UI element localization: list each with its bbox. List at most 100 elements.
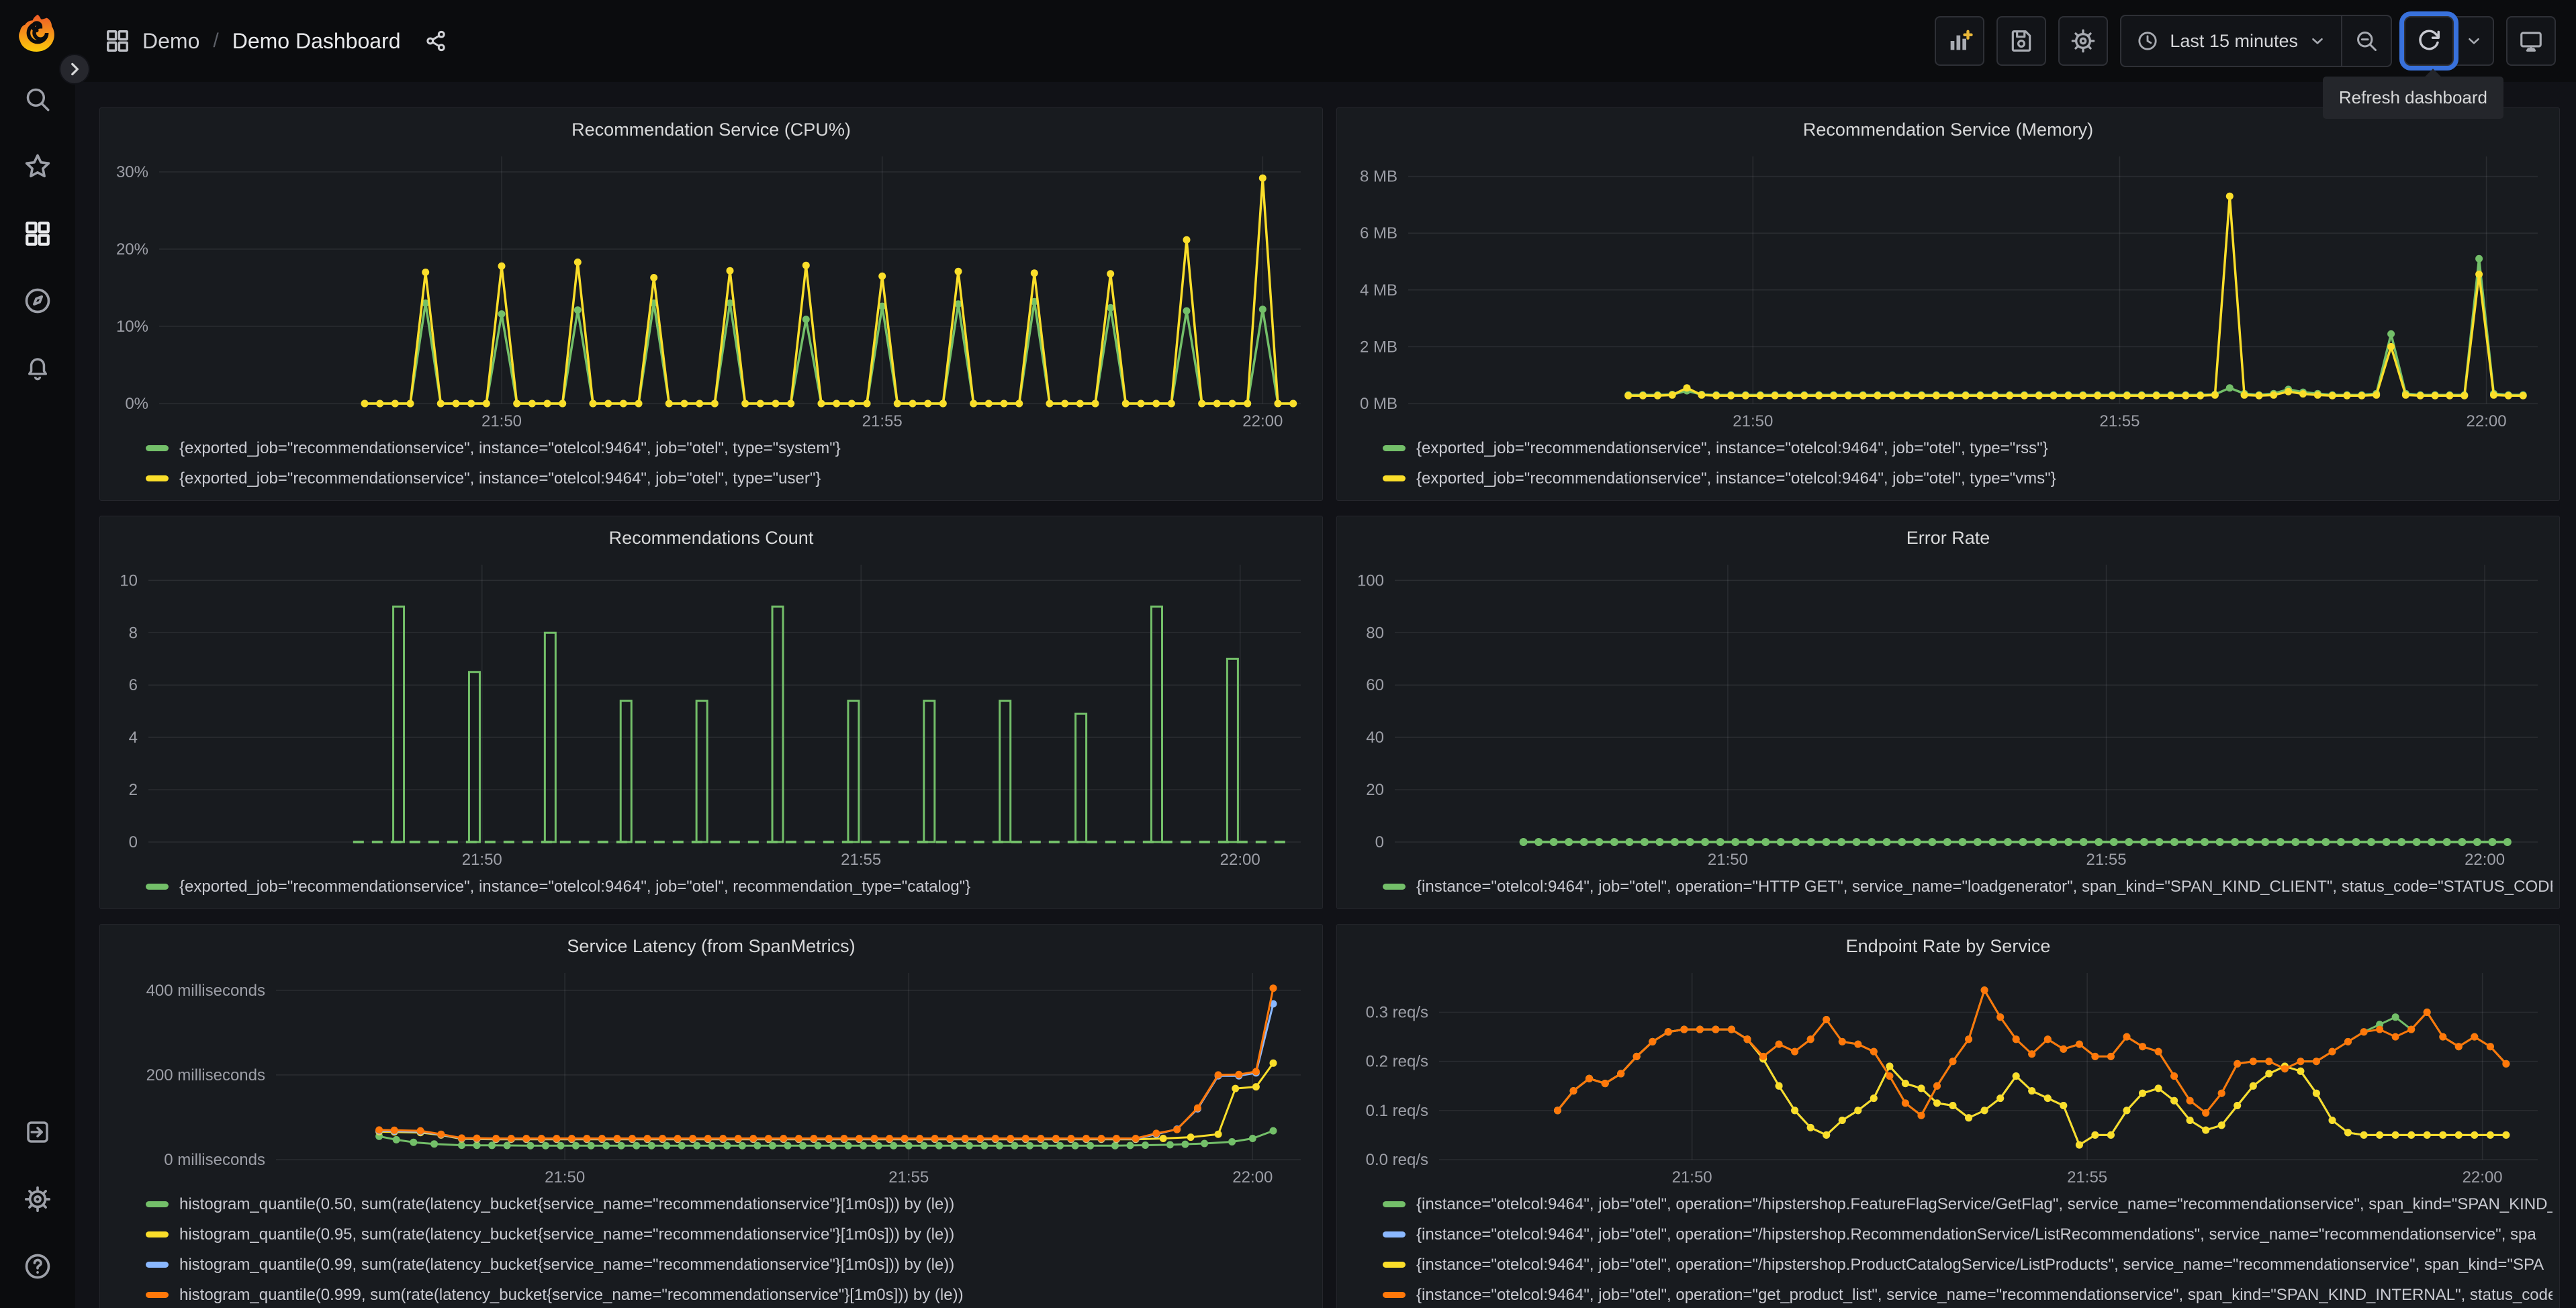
legend-swatch <box>1383 445 1406 451</box>
sidebar-item-starred[interactable] <box>16 152 59 181</box>
chart-plot[interactable]: 21:50 21:55 22:00 0 milliseconds 200 millise… <box>107 962 1316 1188</box>
sidebar-item-alerting[interactable] <box>16 353 59 383</box>
dashboard-settings-button[interactable] <box>2058 16 2109 66</box>
zoom-out-time-button[interactable] <box>2342 16 2391 66</box>
bell-icon <box>28 358 47 381</box>
legend: {exported_job="recommendationservice", i… <box>1344 432 2552 495</box>
panel: Error Rate 21:50 21:55 22:00 0 20 40 60 80 100 {in… <box>1336 516 2560 909</box>
panel-title[interactable]: Service Latency (from SpanMetrics) <box>107 930 1316 962</box>
legend-swatch <box>146 445 169 451</box>
legend-label: {exported_job="recommendationservice", i… <box>179 438 841 457</box>
legend-item[interactable]: {instance="otelcol:9464", job="otel", op… <box>1383 1219 2552 1250</box>
share-icon[interactable] <box>424 29 448 53</box>
legend-item[interactable]: {instance="otelcol:9464", job="otel", op… <box>1383 1280 2552 1308</box>
compass-icon <box>25 288 50 314</box>
chart-plot[interactable]: 21:50 21:55 22:00 0% 10% 20% 30% <box>107 146 1316 432</box>
legend-swatch <box>1383 884 1406 890</box>
sidebar-item-search[interactable] <box>16 85 59 114</box>
legend-item[interactable]: {exported_job="recommendationservice", i… <box>146 872 1316 902</box>
legend-swatch <box>1383 1262 1406 1268</box>
legend-label: {instance="otelcol:9464", job="otel", op… <box>1416 1225 2536 1244</box>
chevron-down-icon <box>2312 38 2323 44</box>
legend-item[interactable]: histogram_quantile(0.999, sum(rate(laten… <box>146 1280 1316 1308</box>
chart-plot[interactable]: 21:50 21:55 22:00 0 2 4 6 8 10 <box>107 554 1316 870</box>
legend-swatch <box>1383 1201 1406 1207</box>
sidebar-item-settings[interactable] <box>16 1184 59 1214</box>
add-panel-icon <box>1951 30 1974 50</box>
svg-text:22:00: 22:00 <box>1220 851 1260 869</box>
save-dashboard-button[interactable] <box>1996 16 2047 66</box>
legend-swatch <box>146 1201 169 1207</box>
chevron-down-icon <box>2469 38 2479 44</box>
chart-plot[interactable]: 21:50 21:55 22:00 0.0 req/s 0.1 req/s 0.2 req… <box>1344 962 2552 1188</box>
time-range-picker[interactable]: Last 15 minutes <box>2121 30 2341 52</box>
svg-text:2: 2 <box>129 781 138 799</box>
svg-text:0%: 0% <box>125 395 148 413</box>
svg-text:20%: 20% <box>116 240 148 259</box>
legend-label: {exported_job="recommendationservice", i… <box>179 469 821 487</box>
dashboards-grid-icon <box>26 222 50 246</box>
clock-icon <box>2138 32 2157 50</box>
svg-text:0 MB: 0 MB <box>1360 395 1397 413</box>
legend-swatch <box>1383 1292 1406 1298</box>
panel: Recommendation Service (CPU%) 21:50 21:55 2… <box>99 107 1323 501</box>
svg-text:400 milliseconds: 400 milliseconds <box>146 982 265 1000</box>
svg-text:60: 60 <box>1366 676 1384 694</box>
svg-text:0 milliseconds: 0 milliseconds <box>164 1151 265 1169</box>
panel: Endpoint Rate by Service 21:50 21:55 22:00 0… <box>1336 924 2560 1308</box>
svg-text:40: 40 <box>1366 729 1384 747</box>
legend-label: {instance="otelcol:9464", job="otel", op… <box>1416 1285 2552 1304</box>
svg-text:0: 0 <box>129 833 138 851</box>
help-circle-icon <box>25 1254 50 1279</box>
svg-text:0.2 req/s: 0.2 req/s <box>1366 1053 1428 1071</box>
legend-item[interactable]: {exported_job="recommendationservice", i… <box>1383 463 2552 494</box>
refresh-interval-dropdown[interactable] <box>2455 16 2494 66</box>
legend-item[interactable]: {exported_job="recommendationservice", i… <box>146 463 1316 494</box>
breadcrumb-section[interactable]: Demo <box>142 29 199 54</box>
svg-text:8: 8 <box>129 624 138 642</box>
sidebar-item-dashboards[interactable] <box>16 219 59 248</box>
panel-title[interactable]: Recommendation Service (CPU%) <box>107 113 1316 146</box>
panel-title[interactable]: Error Rate <box>1344 522 2552 554</box>
legend-item[interactable]: {instance="otelcol:9464", job="otel", op… <box>1383 1250 2552 1280</box>
legend-item[interactable]: histogram_quantile(0.50, sum(rate(latenc… <box>146 1189 1316 1219</box>
legend-item[interactable]: {instance="otelcol:9464", job="otel", op… <box>1383 872 2552 902</box>
chart-plot[interactable]: 21:50 21:55 22:00 0 MB 2 MB 4 MB 6 MB 8 MB <box>1344 146 2552 432</box>
add-panel-button[interactable] <box>1935 16 1985 66</box>
legend: histogram_quantile(0.50, sum(rate(latenc… <box>107 1188 1316 1308</box>
cycle-view-mode-button[interactable] <box>2506 16 2556 66</box>
svg-text:21:50: 21:50 <box>545 1168 585 1186</box>
sidebar-expand-button[interactable] <box>59 54 90 85</box>
sidebar-item-explore[interactable] <box>16 286 59 316</box>
legend-item[interactable]: histogram_quantile(0.95, sum(rate(latenc… <box>146 1219 1316 1250</box>
legend-swatch <box>1383 475 1406 481</box>
panel-title[interactable]: Endpoint Rate by Service <box>1344 930 2552 962</box>
legend-swatch <box>1383 1231 1406 1237</box>
time-picker-group: Last 15 minutes <box>2120 15 2392 67</box>
legend-item[interactable]: histogram_quantile(0.99, sum(rate(latenc… <box>146 1250 1316 1280</box>
chevron-right-icon <box>71 62 79 76</box>
page-title: Demo Dashboard <box>232 28 401 53</box>
svg-text:21:50: 21:50 <box>1672 1168 1712 1186</box>
legend-item[interactable]: {instance="otelcol:9464", job="otel", op… <box>1383 1189 2552 1219</box>
legend-item[interactable]: {exported_job="recommendationservice", i… <box>146 433 1316 463</box>
refresh-dashboard-button[interactable] <box>2404 16 2454 66</box>
grafana-logo-icon[interactable] <box>17 12 58 54</box>
svg-text:200 milliseconds: 200 milliseconds <box>146 1066 265 1084</box>
legend: {instance="otelcol:9464", job="otel", op… <box>1344 870 2552 903</box>
svg-text:4 MB: 4 MB <box>1360 281 1397 299</box>
sidebar-item-sign-in[interactable] <box>16 1117 59 1147</box>
star-icon <box>25 154 50 178</box>
legend-swatch <box>146 475 169 481</box>
sign-in-icon <box>27 1121 48 1143</box>
refresh-icon <box>2419 30 2440 50</box>
panel: Recommendation Service (Memory) 21:50 21:5… <box>1336 107 2560 501</box>
legend-label: histogram_quantile(0.999, sum(rate(laten… <box>179 1285 964 1304</box>
legend-item[interactable]: {exported_job="recommendationservice", i… <box>1383 433 2552 463</box>
svg-text:100: 100 <box>1357 571 1384 590</box>
panel-title[interactable]: Recommendations Count <box>107 522 1316 554</box>
svg-text:22:00: 22:00 <box>2465 851 2505 869</box>
chart-plot[interactable]: 21:50 21:55 22:00 0 20 40 60 80 100 <box>1344 554 2552 870</box>
legend: {exported_job="recommendationservice", i… <box>107 870 1316 903</box>
sidebar-item-help[interactable] <box>16 1252 59 1281</box>
